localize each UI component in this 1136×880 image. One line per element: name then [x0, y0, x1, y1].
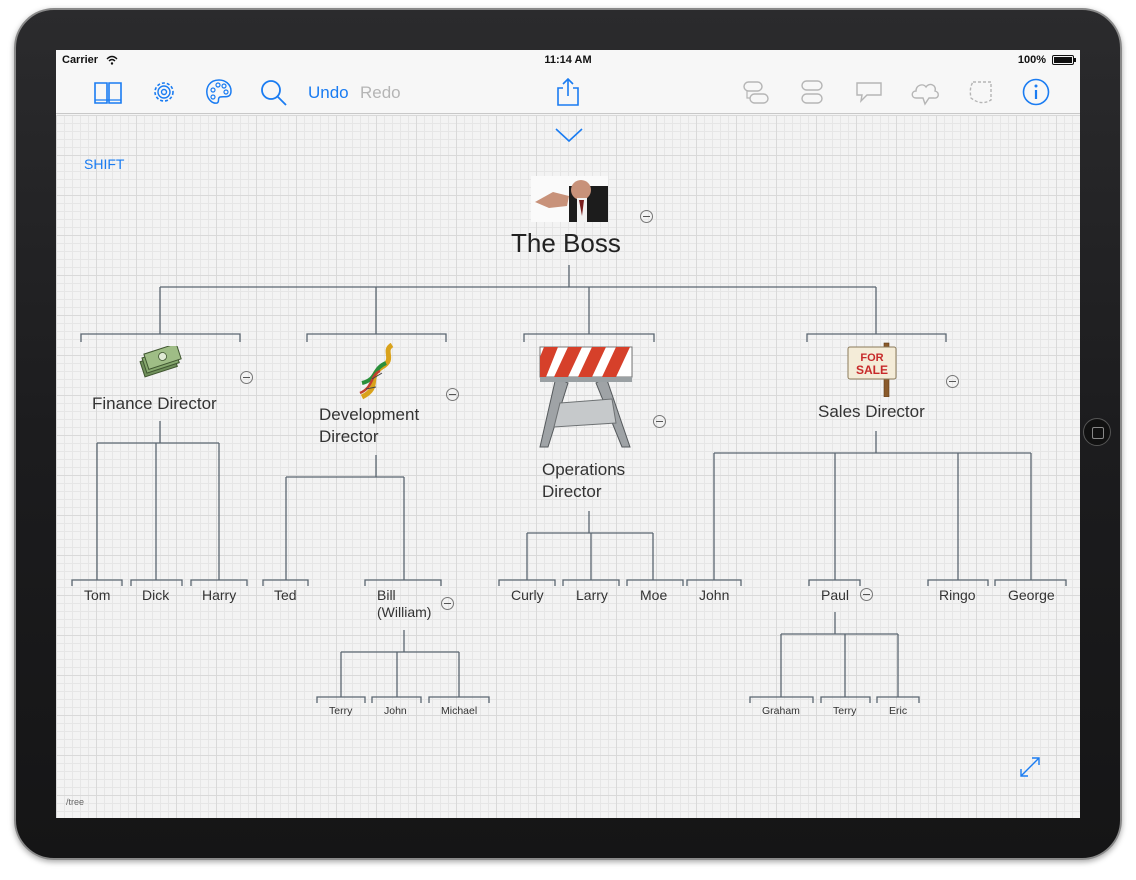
node-michael[interactable]: Michael — [441, 705, 477, 717]
node-harry[interactable]: Harry — [202, 587, 236, 603]
callout-icon[interactable] — [853, 78, 885, 106]
info-icon[interactable] — [1020, 78, 1052, 106]
book-icon[interactable] — [92, 78, 124, 106]
cloud-icon[interactable] — [909, 78, 941, 106]
node-development-line1[interactable]: Development — [319, 405, 419, 425]
node-bill-line2[interactable]: (William) — [377, 604, 431, 620]
node-terry-dev[interactable]: Terry — [329, 705, 352, 717]
node-larry[interactable]: Larry — [576, 587, 608, 603]
svg-text:SALE: SALE — [856, 363, 888, 377]
node-ted[interactable]: Ted — [274, 587, 297, 603]
collapse-operations-button[interactable] — [653, 415, 666, 428]
home-button[interactable] — [1083, 418, 1111, 446]
add-child-icon[interactable] — [796, 78, 828, 106]
battery-icon — [1052, 55, 1076, 65]
add-sibling-icon[interactable] — [740, 78, 772, 106]
node-finance-director[interactable]: Finance Director — [92, 394, 217, 414]
for-sale-sign-icon: FOR SALE — [847, 342, 897, 397]
share-icon[interactable] — [552, 78, 584, 106]
node-tom[interactable]: Tom — [84, 587, 110, 603]
node-john-dev[interactable]: John — [384, 705, 407, 717]
node-operations-line1[interactable]: Operations — [542, 460, 625, 480]
expand-icon[interactable] — [1018, 755, 1042, 779]
collapse-sales-button[interactable] — [946, 375, 959, 388]
document-path-label: /tree — [66, 797, 85, 807]
dna-icon — [359, 343, 394, 400]
collapse-development-button[interactable] — [446, 388, 459, 401]
toolbar: Undo Redo — [56, 70, 1080, 114]
clock-label: 11:14 AM — [544, 54, 592, 66]
node-paul[interactable]: Paul — [821, 587, 849, 603]
palette-icon[interactable] — [203, 78, 235, 106]
roadblock-icon — [539, 346, 633, 448]
node-george[interactable]: George — [1008, 587, 1055, 603]
node-operations-line2[interactable]: Director — [542, 482, 602, 502]
node-graham[interactable]: Graham — [762, 705, 800, 717]
shift-button[interactable]: SHIFT — [84, 156, 124, 172]
collapse-finance-button[interactable] — [240, 371, 253, 384]
mindmap-canvas[interactable]: SHIFT The Boss Finance Director Tom Dick… — [56, 115, 1080, 818]
node-eric[interactable]: Eric — [889, 705, 907, 717]
gear-icon[interactable] — [148, 78, 180, 106]
node-curly[interactable]: Curly — [511, 587, 544, 603]
boss-photo — [531, 176, 608, 222]
node-development-line2[interactable]: Director — [319, 427, 379, 447]
collapse-paul-button[interactable] — [860, 588, 873, 601]
collapse-root-button[interactable] — [640, 210, 653, 223]
app-screen: Carrier 11:14 AM 100% Undo Redo SHIFT Th… — [56, 50, 1080, 818]
node-bill-line1[interactable]: Bill — [377, 587, 396, 603]
battery-percent: 100% — [1017, 54, 1046, 66]
node-sales-director[interactable]: Sales Director — [818, 402, 925, 422]
redo-button[interactable]: Redo — [360, 83, 401, 103]
node-ringo[interactable]: Ringo — [939, 587, 976, 603]
chevron-down-icon[interactable] — [554, 127, 584, 143]
node-john-sales[interactable]: John — [699, 587, 729, 603]
boundary-icon[interactable] — [965, 78, 997, 106]
undo-button[interactable]: Undo — [308, 83, 349, 103]
collapse-bill-button[interactable] — [441, 597, 454, 610]
status-bar: Carrier 11:14 AM 100% — [56, 50, 1080, 70]
money-icon — [139, 346, 182, 378]
node-the-boss[interactable]: The Boss — [511, 228, 621, 259]
search-icon[interactable] — [258, 78, 290, 106]
node-terry-sales[interactable]: Terry — [833, 705, 856, 717]
node-moe[interactable]: Moe — [640, 587, 667, 603]
node-dick[interactable]: Dick — [142, 587, 169, 603]
